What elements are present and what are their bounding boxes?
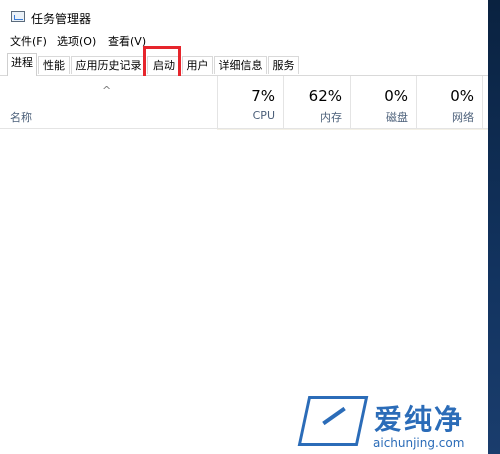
task-manager-icon — [11, 11, 25, 22]
cpu-label: CPU — [252, 109, 275, 122]
column-network[interactable]: 0% 网络 — [416, 76, 482, 128]
memory-percent: 62% — [308, 87, 342, 105]
menu-file[interactable]: 文件(F) — [10, 33, 47, 51]
disk-percent: 0% — [384, 87, 408, 105]
tab-app-history[interactable]: 应用历史记录 — [71, 56, 146, 74]
tab-users[interactable]: 用户 — [182, 56, 213, 74]
watermark-brand: 爱纯净 — [374, 403, 465, 436]
watermark-url: aichunjing.com — [373, 436, 465, 450]
table-header: ^ 名称 7% CPU 62% 内存 0% 磁盘 0% 网络 — [0, 76, 488, 129]
menu-view[interactable]: 查看(V) — [108, 33, 146, 51]
watermark: 爱纯净 aichunjing.com — [297, 396, 493, 454]
column-memory[interactable]: 62% 内存 — [283, 76, 350, 128]
tab-performance[interactable]: 性能 — [38, 56, 70, 74]
column-name[interactable]: 名称 — [10, 109, 32, 125]
network-percent: 0% — [450, 87, 474, 105]
column-divider — [482, 76, 488, 128]
header-separator — [217, 129, 488, 130]
window-title: 任务管理器 — [31, 12, 92, 26]
disk-label: 磁盘 — [386, 111, 408, 124]
menu-options[interactable]: 选项(O) — [57, 33, 96, 51]
desktop-background — [488, 0, 500, 454]
watermark-logo-icon — [297, 396, 369, 446]
sort-up-icon: ^ — [102, 84, 112, 97]
tab-details[interactable]: 详细信息 — [214, 56, 267, 74]
title-bar: 任务管理器 — [0, 0, 488, 32]
tab-startup[interactable]: 启动 — [147, 56, 181, 74]
network-label: 网络 — [452, 111, 474, 124]
tab-processes[interactable]: 进程 — [7, 53, 37, 76]
cpu-percent: 7% — [251, 87, 275, 105]
tab-strip: 进程 性能 应用历史记录 启动 用户 详细信息 服务 — [0, 53, 488, 76]
column-cpu[interactable]: 7% CPU — [217, 76, 283, 128]
tab-services[interactable]: 服务 — [268, 56, 299, 74]
column-disk[interactable]: 0% 磁盘 — [350, 76, 416, 128]
memory-label: 内存 — [320, 111, 342, 124]
